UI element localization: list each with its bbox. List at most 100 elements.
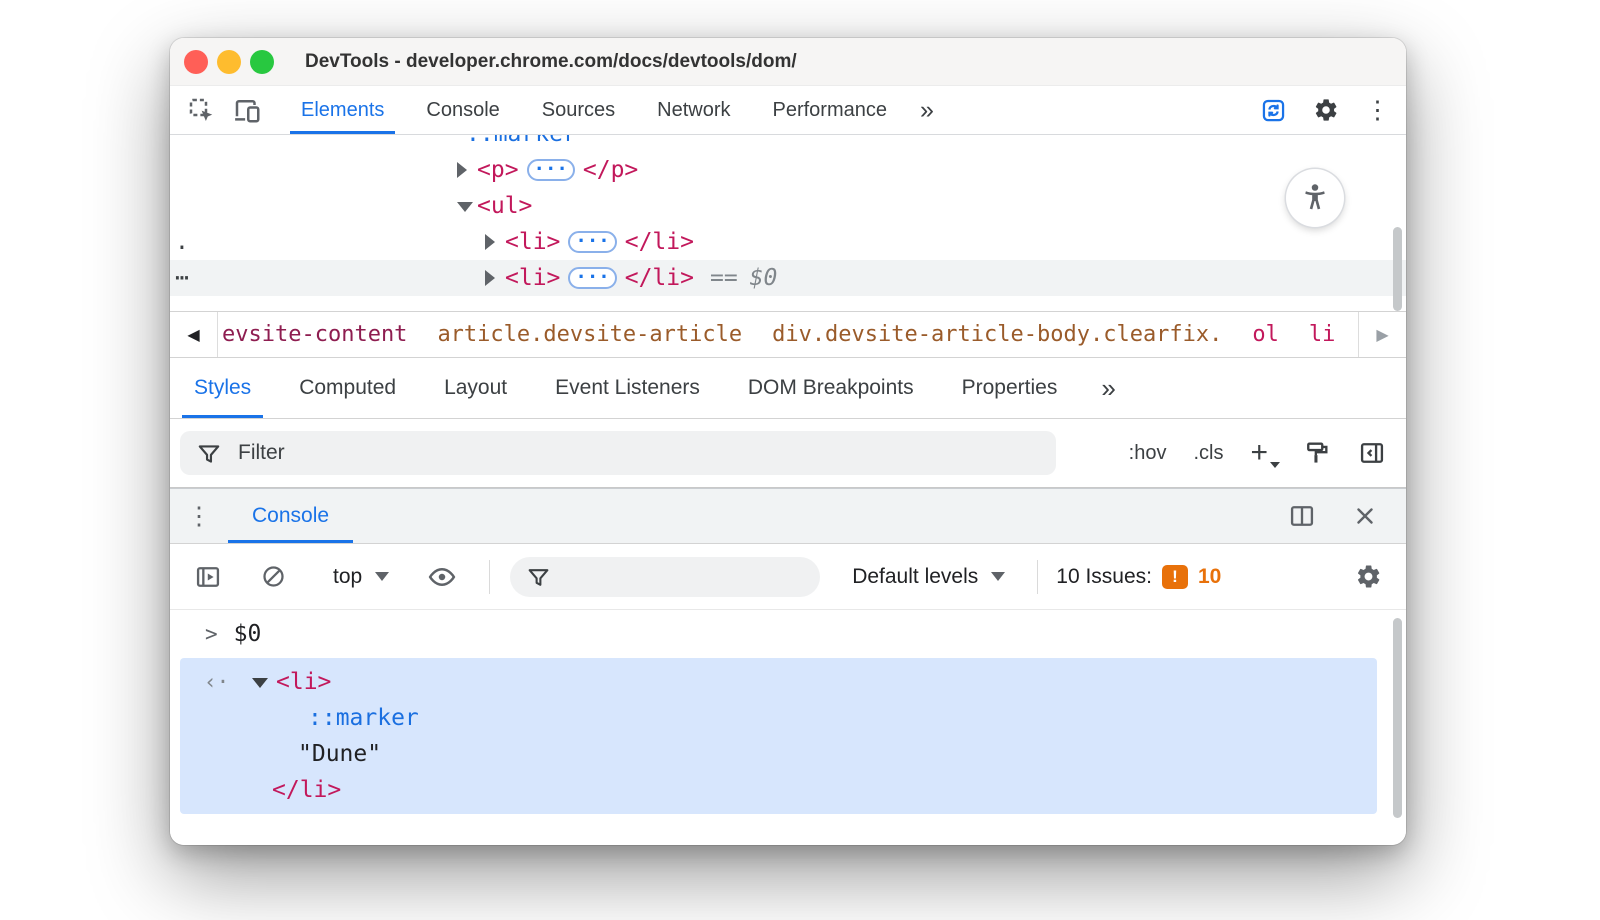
dom-tree-node[interactable]: . <li>···</li> bbox=[170, 224, 1406, 260]
inline-expand-button[interactable]: ··· bbox=[568, 267, 616, 289]
tab-console[interactable]: Console bbox=[405, 86, 520, 134]
sync-icon bbox=[1260, 97, 1287, 124]
styles-filter-field bbox=[180, 431, 1056, 475]
close-tag: </li> bbox=[625, 265, 694, 291]
caret-down-icon bbox=[375, 572, 389, 581]
open-tag: <ul> bbox=[477, 193, 532, 219]
inline-expand-button[interactable]: ··· bbox=[568, 231, 616, 253]
open-tag: <li> bbox=[505, 265, 560, 291]
inline-expand-button[interactable]: ··· bbox=[527, 159, 575, 181]
javascript-context-selector[interactable]: top bbox=[333, 565, 389, 589]
tab-performance[interactable]: Performance bbox=[752, 86, 909, 134]
context-label: top bbox=[333, 565, 362, 589]
settings-button[interactable] bbox=[1313, 97, 1339, 123]
styles-filter-input[interactable] bbox=[180, 431, 1056, 475]
rendering-emulations-button[interactable] bbox=[1303, 439, 1331, 467]
tab-console-drawer[interactable]: Console bbox=[228, 489, 353, 543]
tab-event-listeners[interactable]: Event Listeners bbox=[531, 358, 724, 418]
gear-icon bbox=[1355, 563, 1382, 590]
inspect-cursor-icon bbox=[186, 95, 216, 125]
equals-sign: == bbox=[710, 265, 738, 291]
panel-tab-bar: Elements Console Sources Network Perform… bbox=[280, 86, 946, 134]
pseudo-element-label: ::marker bbox=[466, 135, 577, 147]
caret-down-icon bbox=[991, 572, 1005, 581]
zoom-window-button[interactable] bbox=[250, 50, 274, 74]
dom-tree-node[interactable]: <p>···</p> bbox=[170, 152, 1406, 188]
toolbar-right-actions: ⋮ bbox=[1260, 86, 1390, 134]
accessibility-overlay-button[interactable] bbox=[1286, 169, 1344, 227]
show-console-sidebar-button[interactable] bbox=[194, 563, 222, 591]
toggle-computed-sidebar-button[interactable] bbox=[1358, 439, 1386, 467]
dom-tree-node-selected[interactable]: ⋯ <li> ··· </li> == $0 bbox=[170, 260, 1406, 296]
inspect-element-button[interactable] bbox=[178, 86, 224, 134]
styles-filter-bar: :hov .cls + bbox=[170, 419, 1406, 488]
breadcrumb-item[interactable]: evsite-content bbox=[222, 322, 407, 347]
close-tag: </p> bbox=[583, 157, 638, 183]
issue-exclamation-icon: ! bbox=[1162, 565, 1188, 589]
dollar-zero-ref: $0 bbox=[750, 265, 778, 291]
chevron-double-right-icon: » bbox=[920, 96, 934, 125]
breadcrumb-item[interactable]: ol bbox=[1252, 322, 1279, 347]
console-filter-input[interactable] bbox=[562, 557, 807, 597]
breadcrumb-forward-button[interactable]: ▶ bbox=[1358, 312, 1406, 357]
console-settings-button[interactable] bbox=[1355, 563, 1382, 590]
breadcrumb-back-button[interactable]: ◀ bbox=[170, 312, 218, 357]
text-node-value: "Dune" bbox=[298, 741, 381, 767]
clear-console-button[interactable] bbox=[260, 563, 287, 590]
drawer-menu-button[interactable]: ⋮ bbox=[170, 489, 228, 543]
dom-tree-node[interactable]: <ul> bbox=[170, 188, 1406, 224]
create-live-expression-button[interactable] bbox=[427, 562, 457, 592]
caret-down-icon bbox=[1270, 462, 1280, 468]
devtools-main-toolbar: Elements Console Sources Network Perform… bbox=[170, 86, 1406, 135]
clipped-text: ⋯ bbox=[175, 260, 189, 296]
more-panels-button[interactable]: » bbox=[908, 86, 946, 134]
tab-layout[interactable]: Layout bbox=[420, 358, 531, 418]
console-filter-field bbox=[510, 557, 820, 597]
gear-icon bbox=[1313, 97, 1339, 123]
expand-arrow-icon[interactable] bbox=[457, 162, 467, 178]
tab-label: Styles bbox=[194, 376, 251, 400]
console-scrollbar[interactable] bbox=[1393, 618, 1402, 818]
tab-label: Console bbox=[426, 99, 499, 122]
tab-dom-breakpoints[interactable]: DOM Breakpoints bbox=[724, 358, 938, 418]
window-title: DevTools - developer.chrome.com/docs/dev… bbox=[305, 51, 797, 73]
split-panel-button[interactable] bbox=[1288, 502, 1316, 530]
expand-arrow-icon[interactable] bbox=[485, 270, 495, 286]
tab-network[interactable]: Network bbox=[636, 86, 751, 134]
new-style-rule-button[interactable]: + bbox=[1250, 438, 1276, 468]
tab-sources[interactable]: Sources bbox=[521, 86, 636, 134]
breadcrumb-item[interactable]: li bbox=[1309, 322, 1336, 347]
tab-styles[interactable]: Styles bbox=[170, 358, 275, 418]
tab-computed[interactable]: Computed bbox=[275, 358, 420, 418]
close-drawer-button[interactable] bbox=[1352, 503, 1378, 529]
drawer-header-actions bbox=[1288, 489, 1406, 543]
tab-label: Performance bbox=[773, 99, 888, 122]
minimize-window-button[interactable] bbox=[217, 50, 241, 74]
collapse-arrow-icon[interactable] bbox=[252, 678, 268, 688]
tab-label: Network bbox=[657, 99, 730, 122]
more-sidebar-tabs-button[interactable]: » bbox=[1081, 358, 1135, 418]
console-result-element: ‹· <li> ::marker "Dune" </li> bbox=[180, 658, 1377, 814]
tab-elements[interactable]: Elements bbox=[280, 86, 405, 134]
block-icon bbox=[260, 563, 287, 590]
collapse-arrow-icon[interactable] bbox=[457, 202, 473, 212]
toolbar-divider bbox=[489, 560, 490, 594]
console-drawer-header: ⋮ Console bbox=[170, 488, 1406, 544]
tab-properties[interactable]: Properties bbox=[938, 358, 1082, 418]
clipped-text: . bbox=[175, 224, 189, 260]
tab-label: Elements bbox=[301, 99, 384, 122]
main-menu-button[interactable]: ⋮ bbox=[1365, 98, 1390, 123]
arrow-left-icon: ◀ bbox=[187, 325, 199, 345]
breadcrumb-item[interactable]: div.devsite-article-body.clearfix. bbox=[772, 322, 1222, 347]
expand-arrow-icon[interactable] bbox=[485, 234, 495, 250]
issues-counter-button[interactable]: 10 Issues: ! 10 bbox=[1056, 565, 1221, 589]
close-window-button[interactable] bbox=[184, 50, 208, 74]
elements-panel-scrollbar[interactable] bbox=[1393, 227, 1402, 311]
sync-button[interactable] bbox=[1260, 97, 1287, 124]
toggle-device-toolbar-button[interactable] bbox=[224, 86, 270, 134]
breadcrumb-item[interactable]: article.devsite-article bbox=[437, 322, 742, 347]
toggle-element-state-button[interactable]: :hov bbox=[1129, 442, 1167, 465]
log-levels-selector[interactable]: Default levels bbox=[852, 565, 1005, 589]
dom-tree-node[interactable]: ::marker bbox=[170, 135, 1406, 152]
element-classes-button[interactable]: .cls bbox=[1193, 442, 1223, 465]
